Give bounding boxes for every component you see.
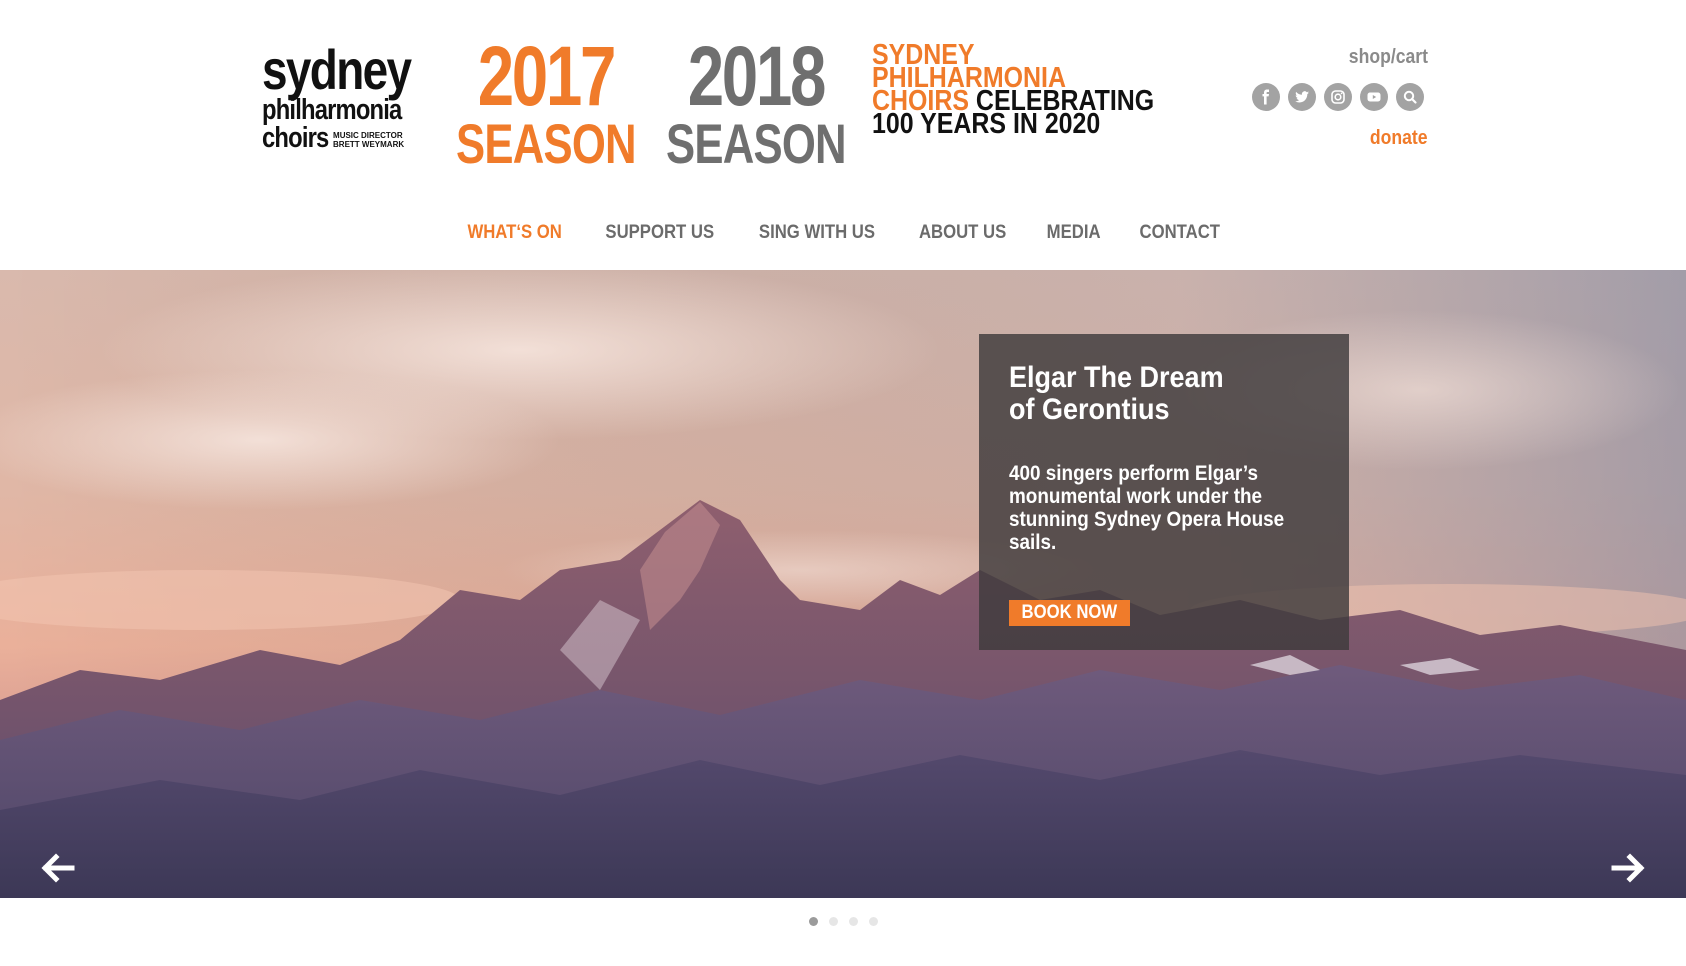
season-year: 2018	[687, 29, 827, 123]
logo-sydney: sydney	[262, 38, 412, 101]
donate-link[interactable]: donate	[1370, 127, 1428, 150]
twitter-icon[interactable]	[1288, 83, 1316, 111]
event-title: Elgar The Dream of Gerontius	[1009, 361, 1224, 426]
logo-philharmonia: philharmonia	[262, 94, 402, 126]
logo-music-director: MUSIC DIRECTOR BRETT WEYMARK	[333, 131, 404, 149]
nav-item-whats-on[interactable]: WHAT‘S ON	[467, 222, 561, 244]
music-director-name: BRETT WEYMARK	[333, 140, 405, 149]
season-year: 2017	[477, 29, 617, 123]
nav-item-sing-with-us[interactable]: SING WITH US	[759, 222, 875, 244]
social-links	[1252, 83, 1424, 111]
main-nav: WHAT‘S ON SUPPORT US SING WITH US ABOUT …	[0, 222, 1686, 244]
logo-choirs: choirs	[262, 122, 329, 154]
event-card: Elgar The Dream of Gerontius 400 singers…	[979, 334, 1349, 650]
nav-item-media[interactable]: MEDIA	[1046, 222, 1100, 244]
slide-dot-2[interactable]	[828, 917, 838, 926]
event-description: 400 singers perform Elgar’s monumental w…	[1009, 462, 1285, 554]
search-icon[interactable]	[1396, 83, 1424, 111]
season-2017-link[interactable]: 2017 SEASON	[456, 29, 637, 175]
site-logo[interactable]: sydney philharmonia choirs MUSIC DIRECTO…	[262, 38, 412, 154]
arrow-right-icon[interactable]	[1608, 848, 1648, 888]
season-label: SEASON	[456, 112, 637, 175]
slide-dot-4[interactable]	[868, 917, 878, 926]
nav-item-support-us[interactable]: SUPPORT US	[605, 222, 714, 244]
season-2018-link[interactable]: 2018 SEASON	[666, 29, 847, 175]
nav-item-about-us[interactable]: ABOUT US	[919, 222, 1006, 244]
hero-background-image	[0, 270, 1686, 898]
facebook-icon[interactable]	[1252, 83, 1280, 111]
hero-slider: Elgar The Dream of Gerontius 400 singers…	[0, 270, 1686, 898]
youtube-icon[interactable]	[1360, 83, 1388, 111]
instagram-icon[interactable]	[1324, 83, 1352, 111]
slide-dot-3[interactable]	[848, 917, 858, 926]
slider-pagination	[0, 917, 1686, 926]
logo-bottom-row: choirs MUSIC DIRECTOR BRETT WEYMARK	[262, 122, 412, 154]
music-director-label: MUSIC DIRECTOR	[333, 131, 403, 140]
book-now-label: BOOK NOW	[1021, 602, 1118, 623]
book-now-button[interactable]: BOOK NOW	[1009, 600, 1130, 626]
centenary-banner[interactable]: SYDNEY PHILHARMONIA CHOIRS CELEBRATING 1…	[872, 41, 1164, 139]
arrow-left-icon[interactable]	[38, 848, 78, 888]
shop-cart-link[interactable]: shop/cart	[1349, 46, 1428, 69]
season-label: SEASON	[666, 112, 847, 175]
site-header: sydney philharmonia choirs MUSIC DIRECTO…	[0, 0, 1686, 270]
nav-item-contact[interactable]: CONTACT	[1139, 222, 1219, 244]
slide-dot-1[interactable]	[808, 917, 818, 926]
